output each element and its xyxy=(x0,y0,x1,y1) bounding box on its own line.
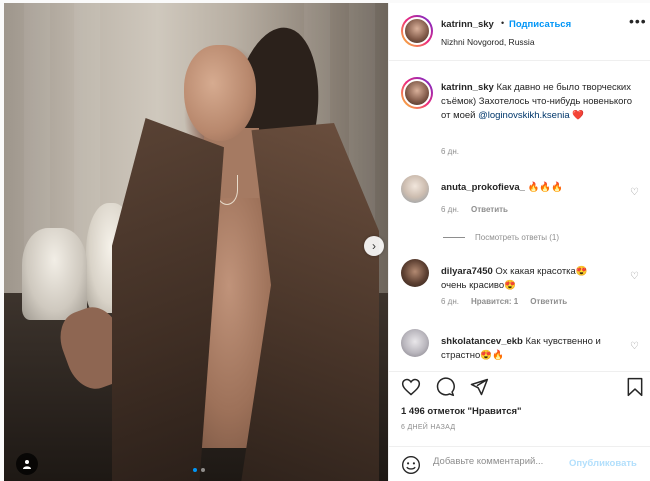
person-icon xyxy=(23,460,31,469)
caption-mention[interactable]: @loginovskikh.ksenia xyxy=(478,110,570,121)
post-side-panel: katrinn_sky • Подписаться Nizhni Novgoro… xyxy=(388,3,650,481)
heart-emoji: ❤️ xyxy=(572,110,585,121)
post-photo[interactable]: › xyxy=(4,3,388,481)
divider xyxy=(443,237,465,238)
comment-body: 🔥🔥🔥 xyxy=(527,182,564,193)
follow-button[interactable]: Подписаться xyxy=(509,19,571,30)
commenter-username[interactable]: anuta_prokofieva_ xyxy=(441,182,525,193)
heart-outline-icon[interactable]: ♡ xyxy=(630,341,639,352)
comment-meta: 6 дн. Ответить xyxy=(441,205,508,214)
heart-outline-icon[interactable]: ♡ xyxy=(630,271,639,282)
emoji-icon[interactable] xyxy=(401,455,421,475)
post-header: katrinn_sky • Подписаться Nizhni Novgoro… xyxy=(389,3,650,61)
comment-text: shkolatancev_ekb Как чувственно и страст… xyxy=(441,335,611,363)
commenter-username[interactable]: dilyara7450 xyxy=(441,266,493,277)
more-horizontal-icon[interactable]: ••• xyxy=(629,13,647,29)
caption-avatar[interactable] xyxy=(401,77,433,109)
comment-likes-count[interactable]: Нравится: 1 xyxy=(471,297,518,306)
author-username[interactable]: katrinn_sky xyxy=(441,19,494,30)
likes-count[interactable]: 1 496 отметок "Нравится" xyxy=(401,406,522,417)
commenter-avatar[interactable] xyxy=(401,259,429,287)
comment-input[interactable] xyxy=(433,456,561,467)
user-tags-button[interactable] xyxy=(16,453,38,475)
carousel-dot-active xyxy=(193,468,197,472)
comment-item: shkolatancev_ekb Как чувственно и страст… xyxy=(401,329,641,371)
photo-detail xyxy=(184,45,256,141)
post-actions: 1 496 отметок "Нравится" 6 ДНЕЙ НАЗАД Оп… xyxy=(389,371,650,481)
comment-icon[interactable] xyxy=(435,377,455,397)
caption-username[interactable]: katrinn_sky xyxy=(441,82,494,93)
bookmark-icon[interactable] xyxy=(625,377,645,397)
action-icon-row xyxy=(401,377,489,397)
add-comment-bar: Опубликовать xyxy=(389,446,650,481)
commenter-avatar[interactable] xyxy=(401,329,429,357)
caption-text: katrinn_sky Как давно не было творческих… xyxy=(441,81,641,123)
heart-icon[interactable] xyxy=(401,377,421,397)
photo-detail xyxy=(22,228,87,320)
carousel-next-button[interactable]: › xyxy=(364,236,384,256)
comments-list[interactable]: katrinn_sky Как давно не было творческих… xyxy=(389,61,650,371)
heart-outline-icon[interactable]: ♡ xyxy=(630,187,639,198)
publish-button[interactable]: Опубликовать xyxy=(569,458,637,469)
comment-time[interactable]: 6 дн. xyxy=(441,205,459,214)
author-avatar[interactable] xyxy=(401,15,433,47)
header-separator: • xyxy=(501,18,505,28)
view-replies-label: Посмотреть ответы (1) xyxy=(475,233,560,242)
view-replies-button[interactable]: Посмотреть ответы (1) xyxy=(443,233,559,242)
comment-text: dilyara7450 Ох какая красотка😍очень крас… xyxy=(441,265,611,293)
comment-item: dilyara7450 Ох какая красотка😍очень крас… xyxy=(401,259,641,319)
carousel-indicator xyxy=(193,468,205,472)
commenter-username[interactable]: shkolatancev_ekb xyxy=(441,336,523,347)
reply-button[interactable]: Ответить xyxy=(530,297,567,306)
comment-time[interactable]: 6 дн. xyxy=(441,297,459,306)
carousel-dot xyxy=(201,468,205,472)
comment-text: anuta_prokofieva_ 🔥🔥🔥 xyxy=(441,181,611,195)
share-icon[interactable] xyxy=(469,377,489,397)
caption-time[interactable]: 6 дн. xyxy=(441,147,459,156)
post-timestamp[interactable]: 6 ДНЕЙ НАЗАД xyxy=(401,424,455,431)
comment-meta: 6 дн. Нравится: 1 Ответить xyxy=(441,297,567,306)
post-location[interactable]: Nizhni Novgorod, Russia xyxy=(441,37,535,47)
chevron-right-icon: › xyxy=(372,239,376,253)
commenter-avatar[interactable] xyxy=(401,175,429,203)
likes-number: 1 496 xyxy=(401,406,425,417)
likes-text: отметок "Нравится" xyxy=(427,406,522,417)
reply-button[interactable]: Ответить xyxy=(471,205,508,214)
comment-item: anuta_prokofieva_ 🔥🔥🔥 6 дн. Ответить ♡ xyxy=(401,175,641,235)
